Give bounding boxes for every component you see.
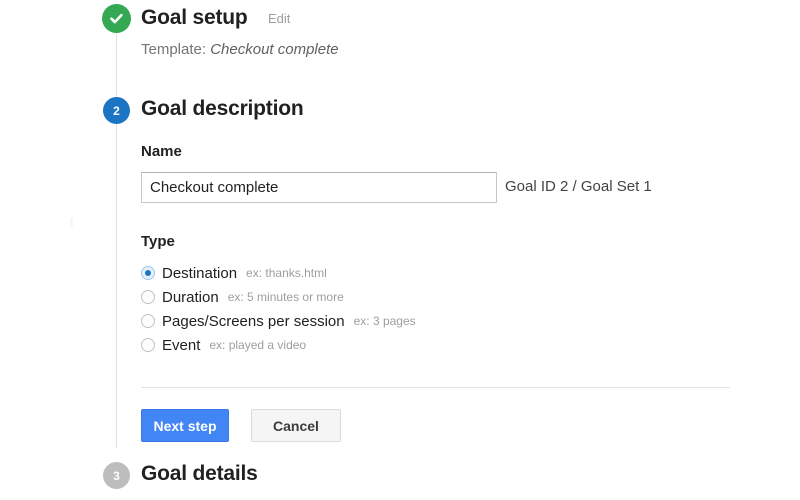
step-marker-complete xyxy=(102,4,131,33)
radio-label: Destination xyxy=(162,264,238,282)
radio-label: Pages/Screens per session xyxy=(162,312,345,330)
radio-icon-unselected xyxy=(141,290,155,304)
name-field-label: Name xyxy=(141,143,182,160)
radio-hint: ex: played a video xyxy=(209,338,307,352)
radio-icon-selected xyxy=(141,266,155,280)
next-step-button[interactable]: Next step xyxy=(141,409,229,442)
radio-hint: ex: 5 minutes or more xyxy=(227,290,344,304)
step-marker-pending: 3 xyxy=(103,462,130,489)
radio-option-destination[interactable]: Destination ex: thanks.html xyxy=(141,261,621,285)
template-summary: Template: Checkout complete xyxy=(141,41,339,58)
goal-id-text: Goal ID 2 / Goal Set 1 xyxy=(505,178,652,195)
stepper-rail xyxy=(116,28,117,448)
edit-link[interactable]: Edit xyxy=(268,11,290,26)
check-icon xyxy=(108,10,125,27)
background-artifact xyxy=(70,218,73,227)
template-value: Checkout complete xyxy=(210,41,339,58)
section-divider xyxy=(141,387,730,388)
template-prefix: Template: xyxy=(141,41,207,58)
radio-label: Duration xyxy=(162,288,219,306)
type-field-label: Type xyxy=(141,233,175,250)
step-marker-active: 2 xyxy=(103,97,130,124)
step-2-title: Goal description xyxy=(141,97,304,120)
cancel-button[interactable]: Cancel xyxy=(251,409,341,442)
radio-icon-unselected xyxy=(141,338,155,352)
goal-type-radio-group: Destination ex: thanks.html Duration ex:… xyxy=(141,261,621,357)
step-1-title: Goal setup xyxy=(141,6,248,29)
step-3-title: Goal details xyxy=(141,462,258,485)
radio-hint: ex: 3 pages xyxy=(353,314,416,328)
goal-name-input[interactable] xyxy=(141,172,497,203)
radio-label: Event xyxy=(162,336,201,354)
radio-option-event[interactable]: Event ex: played a video xyxy=(141,333,621,357)
radio-option-pages-screens-per-session[interactable]: Pages/Screens per session ex: 3 pages xyxy=(141,309,621,333)
radio-option-duration[interactable]: Duration ex: 5 minutes or more xyxy=(141,285,621,309)
radio-icon-unselected xyxy=(141,314,155,328)
radio-hint: ex: thanks.html xyxy=(246,266,327,280)
